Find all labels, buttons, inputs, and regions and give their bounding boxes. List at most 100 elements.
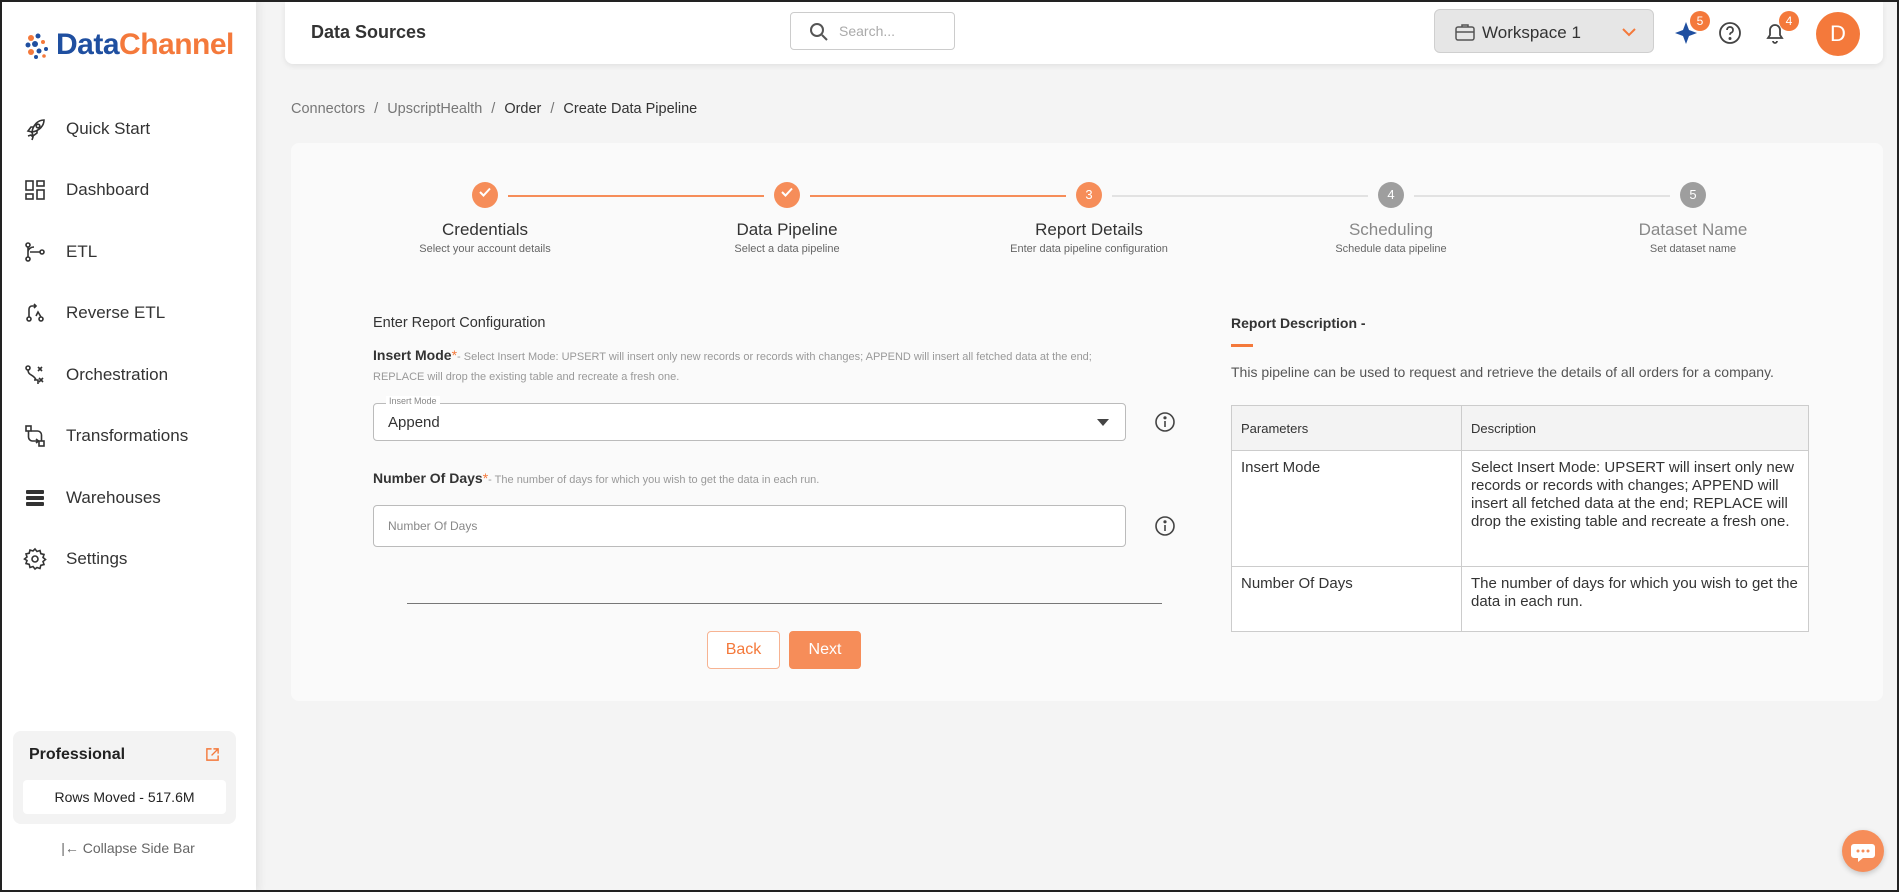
step-number: 4 <box>1378 182 1404 208</box>
step-dataset-name[interactable]: 5 Dataset Name Set dataset name <box>1573 182 1813 255</box>
sidebar-item-transformations[interactable]: Transformations <box>0 406 256 468</box>
sidebar-item-dashboard[interactable]: Dashboard <box>0 160 256 222</box>
sidebar-item-label: Orchestration <box>66 364 169 384</box>
chat-icon <box>1851 844 1875 862</box>
pipeline-panel: Credentials Select your account details … <box>291 143 1883 701</box>
column-header: Description <box>1461 405 1809 451</box>
step-subtitle: Select your account details <box>419 243 551 255</box>
collapse-label: Collapse Side Bar <box>82 840 195 856</box>
caret-down-icon <box>1097 419 1109 426</box>
chevron-down-icon <box>1622 28 1636 37</box>
breadcrumb-separator: / <box>374 101 379 117</box>
help-icon[interactable] <box>1717 20 1743 46</box>
sidebar-item-etl[interactable]: ETL <box>0 221 256 283</box>
sidebar-item-reverse-etl[interactable]: Reverse ETL <box>0 283 256 345</box>
sidebar-item-label: Quick Start <box>66 118 151 138</box>
search-box[interactable] <box>790 12 955 50</box>
transformations-icon <box>22 423 48 449</box>
sidebar-item-orchestration[interactable]: Orchestration <box>0 344 256 406</box>
rows-moved: Rows Moved - 517.6M <box>23 780 226 814</box>
external-link-icon[interactable] <box>205 747 220 762</box>
workspace-name: Workspace 1 <box>1482 23 1581 42</box>
workspace-selector[interactable]: Workspace 1 <box>1434 9 1654 53</box>
breadcrumb-current: Create Data Pipeline <box>563 101 698 117</box>
sidebar-item-label: ETL <box>66 241 98 261</box>
step-title: Scheduling <box>1348 220 1434 239</box>
step-title: Report Details <box>1035 220 1143 239</box>
page-title: Data Sources <box>311 22 427 42</box>
step-number: 5 <box>1680 182 1706 208</box>
breadcrumb-report[interactable]: Order <box>504 101 541 117</box>
number-of-days-input[interactable] <box>373 505 1126 547</box>
sidebar-item-settings[interactable]: Settings <box>0 529 256 591</box>
check-icon <box>472 182 498 208</box>
logo[interactable]: DataChannel <box>22 28 234 62</box>
step-subtitle: Schedule data pipeline <box>1335 243 1447 255</box>
table-cell-param: Insert Mode <box>1231 450 1462 567</box>
sidebar: DataChannel Quick Start Dashboard ETL Re… <box>0 0 256 892</box>
step-title: Credentials <box>442 220 528 239</box>
insert-mode-hint: - Select Insert Mode: UPSERT will insert… <box>373 351 1092 383</box>
dashboard-icon <box>22 177 48 203</box>
insert-mode-value: Append <box>388 414 440 431</box>
avatar[interactable]: D <box>1816 12 1860 56</box>
step-report-details[interactable]: 3 Report Details Enter data pipeline con… <box>969 182 1209 255</box>
plan-card: Professional Rows Moved - 517.6M <box>13 731 236 824</box>
sidebar-item-label: Warehouses <box>66 487 161 507</box>
breadcrumb-connector-name[interactable]: UpscriptHealth <box>387 101 482 117</box>
insert-mode-label: Insert Mode*- Select Insert Mode: UPSERT… <box>373 347 1092 383</box>
sidebar-item-label: Reverse ETL <box>66 303 166 323</box>
check-icon <box>774 182 800 208</box>
step-number: 3 <box>1076 182 1102 208</box>
breadcrumb-connectors[interactable]: Connectors <box>291 101 365 117</box>
sidebar-item-label: Settings <box>66 549 128 569</box>
warehouses-icon <box>22 485 48 511</box>
section-title: Enter Report Configuration <box>373 315 546 331</box>
insert-mode-select[interactable]: Insert Mode Append <box>373 396 1126 441</box>
back-button[interactable]: Back <box>707 631 780 669</box>
accent-underline <box>1231 344 1253 347</box>
search-icon <box>810 23 828 41</box>
sparkle-badge: 5 <box>1690 11 1710 31</box>
brand-name: DataChannel <box>56 28 234 61</box>
collapse-icon: |← <box>61 840 83 856</box>
breadcrumb-separator: / <box>550 101 555 117</box>
orchestration-icon <box>22 362 48 388</box>
table-row: Number Of Days The number of days for wh… <box>1231 566 1809 632</box>
collapse-sidebar-button[interactable]: |← Collapse Side Bar <box>0 840 256 856</box>
notification-badge: 4 <box>1779 11 1799 31</box>
column-header: Parameters <box>1231 405 1462 451</box>
step-credentials[interactable]: Credentials Select your account details <box>365 182 605 255</box>
step-data-pipeline[interactable]: Data Pipeline Select a data pipeline <box>667 182 907 255</box>
step-scheduling[interactable]: 4 Scheduling Schedule data pipeline <box>1271 182 1511 255</box>
step-subtitle: Set dataset name <box>1649 243 1737 255</box>
days-hint: - The number of days for which you wish … <box>488 474 820 486</box>
etl-icon <box>22 239 48 265</box>
table-row: Insert Mode Select Insert Mode: UPSERT w… <box>1231 450 1809 567</box>
plan-name: Professional <box>29 746 126 763</box>
reverse-etl-icon <box>22 300 48 326</box>
logo-icon <box>25 33 48 59</box>
search-input[interactable] <box>839 21 949 41</box>
next-button[interactable]: Next <box>789 631 861 669</box>
sidebar-item-quick-start[interactable]: Quick Start <box>0 98 256 160</box>
parameters-table: Parameters Description Insert Mode Selec… <box>1231 405 1809 632</box>
breadcrumb-separator: / <box>491 101 496 117</box>
sidebar-item-warehouses[interactable]: Warehouses <box>0 467 256 529</box>
sidebar-nav: Quick Start Dashboard ETL Reverse ETL Or… <box>0 98 256 590</box>
sidebar-item-label: Transformations <box>66 426 189 446</box>
report-description-title: Report Description - <box>1231 315 1366 331</box>
table-cell-param: Number Of Days <box>1231 566 1462 632</box>
table-cell-desc: The number of days for which you wish to… <box>1461 566 1809 632</box>
sidebar-item-label: Dashboard <box>66 180 150 200</box>
table-header-row: Parameters Description <box>1231 405 1809 451</box>
step-subtitle: Select a data pipeline <box>734 243 840 255</box>
info-icon[interactable] <box>1154 411 1176 433</box>
days-label: Number Of Days*- The number of days for … <box>373 470 820 486</box>
chat-button[interactable] <box>1842 830 1884 872</box>
divider <box>407 603 1162 604</box>
briefcase-icon <box>1455 24 1475 41</box>
info-icon[interactable] <box>1154 515 1176 537</box>
breadcrumb: Connectors / UpscriptHealth / Order / Cr… <box>291 101 706 117</box>
step-subtitle: Enter data pipeline configuration <box>1010 243 1168 255</box>
